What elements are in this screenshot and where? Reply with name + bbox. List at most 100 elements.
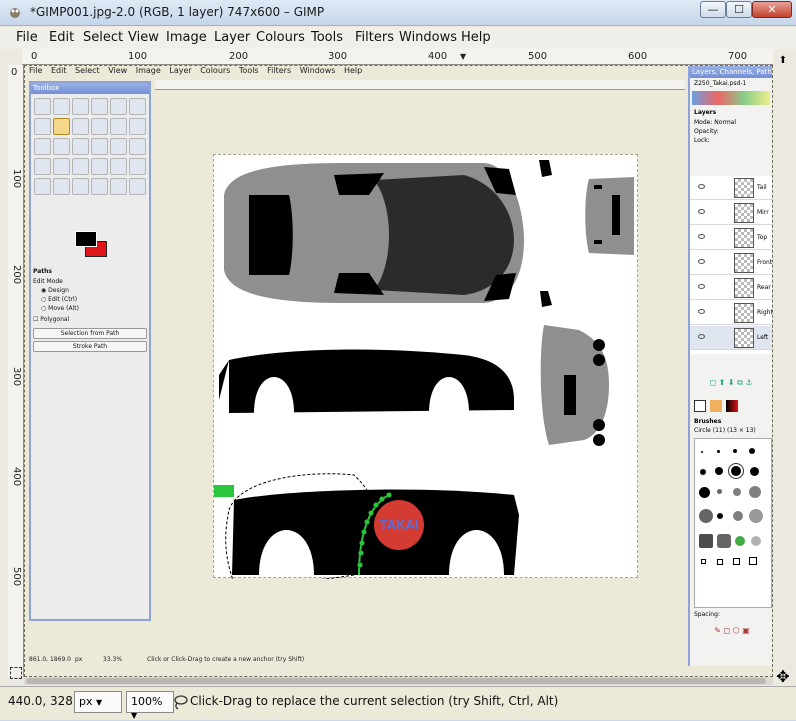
brush-item[interactable] <box>717 450 720 453</box>
scrollbar-thumb[interactable] <box>26 678 766 684</box>
smudge-tool-icon[interactable] <box>129 178 146 195</box>
layer-row[interactable]: Rear <box>690 276 772 300</box>
brush-item[interactable] <box>717 489 722 494</box>
brush-item[interactable] <box>717 534 731 548</box>
horizontal-ruler[interactable]: 0 100 200 300 400 500 600 700 ▼ <box>22 49 773 65</box>
brush-item[interactable] <box>717 559 723 565</box>
brush-item[interactable] <box>701 559 706 564</box>
heal-tool-icon[interactable] <box>110 178 127 195</box>
color-picker-tool-icon[interactable] <box>72 118 89 135</box>
brush-item[interactable] <box>699 509 713 523</box>
mode-edit-radio[interactable]: ○ Edit (Ctrl) <box>31 295 149 304</box>
brush-item[interactable] <box>699 487 710 498</box>
brush-item[interactable] <box>700 469 706 475</box>
flip-tool-icon[interactable] <box>34 158 51 175</box>
quick-mask-icon[interactable] <box>10 667 22 679</box>
mode-move-radio[interactable]: ○ Move (Alt) <box>31 304 149 313</box>
layer-row[interactable]: Left <box>690 326 772 350</box>
ellipse-select-tool-icon[interactable] <box>53 98 70 115</box>
pattern-tab-icon[interactable] <box>710 400 722 412</box>
unit-select[interactable]: px ▼ <box>74 691 122 713</box>
brush-item[interactable] <box>715 467 723 475</box>
menu-colours[interactable]: Colours <box>256 30 305 45</box>
zoom-lock-icon[interactable]: ⬆ <box>774 55 792 69</box>
brush-item[interactable] <box>733 449 737 453</box>
brush-grid[interactable] <box>694 438 772 608</box>
perspective-tool-icon[interactable] <box>129 138 146 155</box>
menu-select[interactable]: Select <box>83 30 123 45</box>
menu-view[interactable]: View <box>128 30 159 45</box>
selection-from-path-button[interactable]: Selection from Path <box>33 328 147 339</box>
ink-tool-icon[interactable] <box>72 178 89 195</box>
shear-tool-icon[interactable] <box>110 138 127 155</box>
brush-item[interactable] <box>735 536 745 546</box>
brush-item[interactable] <box>749 557 757 565</box>
brush-item[interactable] <box>701 451 703 453</box>
free-select-tool-icon[interactable] <box>72 98 89 115</box>
scale-tool-icon[interactable] <box>91 138 108 155</box>
color-select-tool-icon[interactable] <box>110 98 127 115</box>
pencil-tool-icon[interactable] <box>110 158 127 175</box>
dock-tabs[interactable] <box>692 91 770 105</box>
gradient-tab-icon[interactable] <box>726 400 738 412</box>
mode-design-radio[interactable]: ◉ Design <box>31 286 149 295</box>
brush-buttons-row[interactable]: ✎ ◻ ⬡ ▣ <box>694 626 770 636</box>
brush-item[interactable] <box>717 513 723 519</box>
zoom-tool-icon[interactable] <box>91 118 108 135</box>
measure-tool-icon[interactable] <box>110 118 127 135</box>
scissors-tool-icon[interactable] <box>129 98 146 115</box>
brush-item[interactable] <box>733 511 743 521</box>
menu-file[interactable]: File <box>16 30 38 45</box>
stroke-path-button[interactable]: Stroke Path <box>33 341 147 352</box>
layer-buttons-row[interactable]: ◻ ⬆ ⬇ ⧉ ⚓ <box>690 378 772 390</box>
brush-item[interactable] <box>750 467 759 476</box>
menu-filters[interactable]: Filters <box>355 30 394 45</box>
airbrush-tool-icon[interactable] <box>53 178 70 195</box>
layer-row[interactable]: Mirr <box>690 201 772 225</box>
clone-tool-icon[interactable] <box>91 178 108 195</box>
eraser-tool-icon[interactable] <box>34 178 51 195</box>
brush-item[interactable] <box>749 486 761 498</box>
brush-item[interactable] <box>751 536 761 546</box>
brush-item[interactable] <box>749 509 763 523</box>
text-tool-icon[interactable] <box>53 158 70 175</box>
foreground-color[interactable] <box>75 231 97 247</box>
brush-tab-icon[interactable] <box>694 400 706 412</box>
crop-tool-icon[interactable] <box>53 138 70 155</box>
brush-item[interactable] <box>749 448 755 454</box>
brush-item-selected[interactable] <box>728 463 744 479</box>
image-canvas[interactable]: File Edit Select View Image Layer Colour… <box>24 65 773 677</box>
mode-value[interactable]: Normal <box>714 119 736 126</box>
polygonal-checkbox[interactable]: ☐ Polygonal <box>31 313 149 326</box>
paths-tool-icon[interactable] <box>53 118 70 135</box>
brush-item[interactable] <box>733 488 741 496</box>
brush-item[interactable] <box>733 558 740 565</box>
menu-edit[interactable]: Edit <box>49 30 74 45</box>
eye-icon[interactable] <box>698 334 705 339</box>
maximize-button[interactable]: ☐ <box>726 1 752 18</box>
bucket-fill-tool-icon[interactable] <box>72 158 89 175</box>
menu-layer[interactable]: Layer <box>214 30 250 45</box>
fg-bg-color-swatch[interactable] <box>75 231 109 259</box>
menu-tools[interactable]: Tools <box>311 30 343 45</box>
align-tool-icon[interactable] <box>34 138 51 155</box>
menu-windows[interactable]: Windows <box>399 30 457 45</box>
layer-row[interactable]: Front <box>690 251 772 275</box>
layer-row[interactable]: Right <box>690 301 772 325</box>
paintbrush-tool-icon[interactable] <box>129 158 146 175</box>
blend-tool-icon[interactable] <box>91 158 108 175</box>
eye-icon[interactable] <box>698 309 705 314</box>
layer-row[interactable]: Top <box>690 226 772 250</box>
zoom-select[interactable]: 100% ▼ <box>126 691 174 720</box>
eye-icon[interactable] <box>698 259 705 264</box>
rotate-tool-icon[interactable] <box>72 138 89 155</box>
navigate-icon[interactable]: ✥ <box>774 667 792 686</box>
brush-item[interactable] <box>699 534 713 548</box>
close-button[interactable]: ✕ <box>752 1 792 18</box>
fuzzy-select-tool-icon[interactable] <box>91 98 108 115</box>
menu-image[interactable]: Image <box>166 30 207 45</box>
horizontal-scrollbar[interactable] <box>24 677 773 685</box>
minimize-button[interactable]: — <box>700 1 726 18</box>
vertical-ruler[interactable]: 0 100 200 300 400 500 <box>8 65 24 677</box>
brush-tab-strip[interactable] <box>694 400 768 414</box>
